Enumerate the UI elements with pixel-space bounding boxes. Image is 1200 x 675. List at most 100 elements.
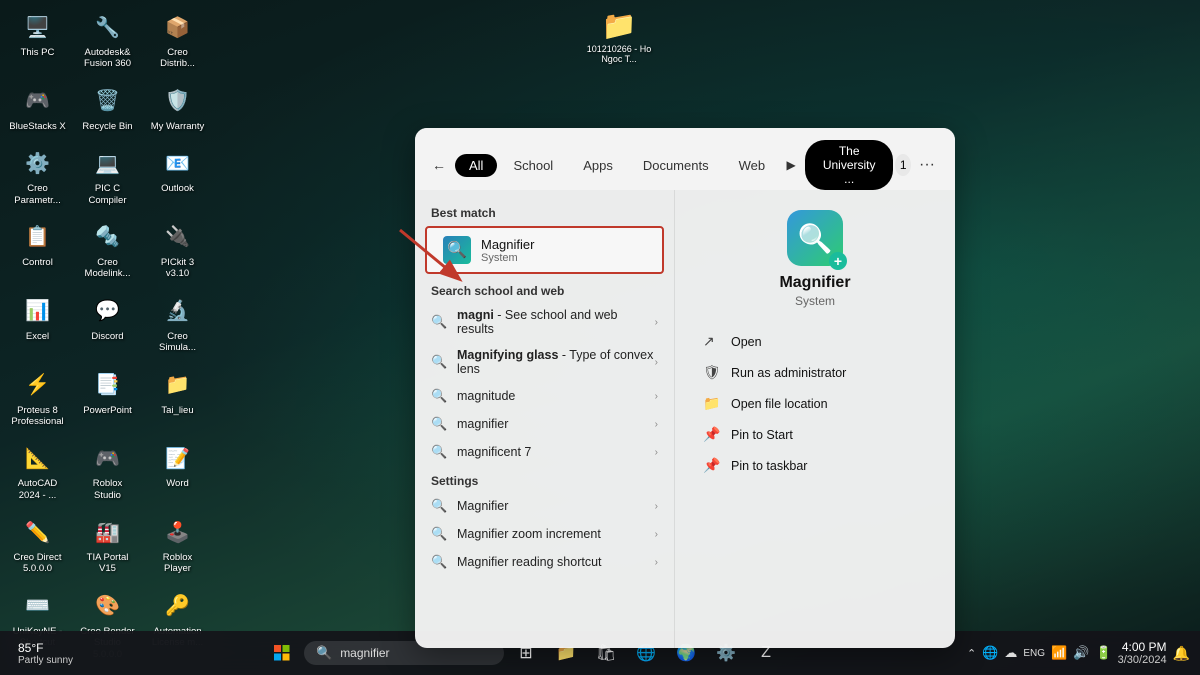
action-pin-start[interactable]: 📌 Pin to Start [691, 419, 939, 450]
desktop-icon-autodesk[interactable]: 🔧 Autodesk& Fusion 360 [75, 5, 140, 74]
search-result-text-1: magni - See school and web results [457, 308, 655, 336]
desktop-icon-autocad[interactable]: 📐 AutoCAD 2024 - ... [5, 436, 70, 505]
search-magnifier-icon-2: 🔍 [431, 354, 447, 370]
magnifier-info: Magnifier System [481, 237, 534, 264]
tab-apps[interactable]: Apps [569, 154, 627, 177]
chevron-icon-4: › [655, 419, 658, 430]
search-result-text-4: magnifier [457, 417, 655, 431]
clock-date: 3/30/2024 [1118, 654, 1167, 666]
right-app-name: Magnifier [779, 274, 850, 292]
chevron-icon-s1: › [655, 501, 658, 512]
action-open[interactable]: ↗ Open [691, 326, 939, 357]
results-area: Best match 🔍 Magnifier System Search sch… [415, 190, 955, 648]
chevron-icon-5: › [655, 447, 658, 458]
search-item-magnifier[interactable]: 🔍 magnifier › [415, 410, 674, 438]
settings-item-magnifier[interactable]: 🔍 Magnifier › [415, 492, 674, 520]
shield-icon: 🛡 [703, 364, 721, 381]
magnifier-name: Magnifier [481, 237, 534, 252]
desktop-icon-control[interactable]: 📋 Control [5, 215, 70, 284]
folder-open-icon: 📁 [703, 395, 721, 412]
desktop-icon-my-warranty[interactable]: 🛡️ My Warranty [145, 79, 210, 136]
desktop-icon-pic-c[interactable]: 💻 PIC C Compiler [75, 141, 140, 210]
notification-bell-icon[interactable]: 🔔 [1173, 645, 1190, 662]
desktop-icon-excel[interactable]: 📊 Excel [5, 289, 70, 358]
nav-badge-button[interactable]: 1 [895, 154, 911, 176]
desktop-icons-grid: 🖥️ This PC 🔧 Autodesk& Fusion 360 📦 Creo… [5, 5, 210, 675]
search-item-magnifying-glass[interactable]: 🔍 Magnifying glass - Type of convex lens… [415, 342, 674, 382]
taskbar-right: ⌃ 🌐 ☁ ENG 📶 🔊 🔋 4:00 PM 3/30/2024 🔔 [957, 640, 1200, 666]
search-magnifier-icon-3: 🔍 [431, 388, 447, 404]
desktop-icon-powerpoint[interactable]: 📑 PowerPoint [75, 363, 140, 432]
search-item-magni[interactable]: 🔍 magni - See school and web results › [415, 302, 674, 342]
chevron-icon-s3: › [655, 557, 658, 568]
settings-shortcut-icon: 🔍 [431, 554, 447, 570]
desktop-icon-discord[interactable]: 💬 Discord [75, 289, 140, 358]
tab-school[interactable]: School [499, 154, 567, 177]
desktop-icon-outlook[interactable]: 📧 Outlook [145, 141, 210, 210]
settings-item-zoom[interactable]: 🔍 Magnifier zoom increment › [415, 520, 674, 548]
action-pin-taskbar[interactable]: 📌 Pin to taskbar [691, 450, 939, 481]
language-indicator[interactable]: ENG [1023, 648, 1045, 659]
settings-text-3: Magnifier reading shortcut [457, 555, 655, 569]
desktop-icon-tia-portal[interactable]: 🏭 TIA Portal V15 [75, 510, 140, 579]
left-panel: Best match 🔍 Magnifier System Search sch… [415, 190, 675, 648]
weather-desc: Partly sunny [18, 655, 73, 666]
tab-all[interactable]: All [455, 154, 497, 177]
clock-time: 4:00 PM [1118, 640, 1167, 654]
desktop-icon-bluestacks[interactable]: 🎮 BlueStacks X [5, 79, 70, 136]
action-open-location[interactable]: 📁 Open file location [691, 388, 939, 419]
best-match-magnifier[interactable]: 🔍 Magnifier System [425, 226, 664, 274]
right-panel: + Magnifier System ↗ Open 🛡 Run as admin… [675, 190, 955, 648]
chevron-up-icon[interactable]: ⌃ [967, 647, 976, 660]
folder-icon: 📁 [602, 9, 637, 42]
desktop-icon-pickit3[interactable]: 🔌 PICkit 3 v3.10 [145, 215, 210, 284]
magnifier-small-icon: 🔍 [443, 236, 471, 264]
desktop-icon-recycle-bin[interactable]: 🗑️ Recycle Bin [75, 79, 140, 136]
clock[interactable]: 4:00 PM 3/30/2024 [1118, 640, 1167, 666]
search-item-magnitude[interactable]: 🔍 magnitude › [415, 382, 674, 410]
taskbar-left: 85°F Partly sunny [0, 641, 91, 666]
volume-icon[interactable]: 🔊 [1073, 645, 1089, 661]
desktop-icon-creo-param[interactable]: ⚙️ Creo Parametr... [5, 141, 70, 210]
wifi-icon[interactable]: 📶 [1051, 645, 1067, 661]
desktop-icon-proteus[interactable]: ⚡ Proteus 8 Professional [5, 363, 70, 432]
desktop: 🖥️ This PC 🔧 Autodesk& Fusion 360 📦 Creo… [0, 0, 1200, 675]
desktop-icon-roblox-studio[interactable]: 🎮 Roblox Studio [75, 436, 140, 505]
settings-text-1: Magnifier [457, 499, 655, 513]
action-location-label: Open file location [731, 397, 828, 411]
battery-icon[interactable]: 🔋 [1095, 645, 1111, 661]
action-pin-taskbar-label: Pin to taskbar [731, 459, 807, 473]
right-app-sub: System [795, 294, 835, 308]
desktop-icon-tai-lieu[interactable]: 📁 Tai_lieu [145, 363, 210, 432]
search-item-magnificent7[interactable]: 🔍 magnificent 7 › [415, 438, 674, 466]
search-panel: ← All School Apps Documents Web ▶ The Un… [415, 128, 955, 648]
tab-web[interactable]: Web [725, 154, 780, 177]
taskbar-search-text: magnifier [340, 646, 389, 660]
settings-text-2: Magnifier zoom increment [457, 527, 655, 541]
network-icon[interactable]: 🌐 [982, 645, 998, 661]
action-admin-label: Run as administrator [731, 366, 846, 380]
cloud-icon[interactable]: ☁ [1004, 645, 1017, 661]
nav-more-button[interactable]: ··· [913, 154, 941, 176]
desktop-icon-roblox-player[interactable]: 🕹️ Roblox Player [145, 510, 210, 579]
desktop-folder[interactable]: 📁 101210266 - Ho Ngoc T... [580, 5, 658, 68]
system-tray-icons: ⌃ 🌐 ☁ ENG 📶 🔊 🔋 [967, 645, 1112, 661]
desktop-icon-creo-distrib[interactable]: 📦 Creo Distrib... [145, 5, 210, 74]
desktop-icon-creo-direct[interactable]: ✏️ Creo Direct 5.0.0.0 [5, 510, 70, 579]
search-magnifier-icon-5: 🔍 [431, 444, 447, 460]
nav-play-button[interactable]: ▶ [781, 151, 801, 179]
action-run-admin[interactable]: 🛡 Run as administrator [691, 357, 939, 388]
settings-magnifier-icon: 🔍 [431, 498, 447, 514]
nav-tabs: ← All School Apps Documents Web ▶ The Un… [415, 128, 955, 190]
desktop-icon-word[interactable]: 📝 Word [145, 436, 210, 505]
nav-university-button[interactable]: The University ... [805, 140, 893, 190]
weather-temp: 85°F [18, 641, 73, 655]
desktop-icon-this-pc[interactable]: 🖥️ This PC [5, 5, 70, 74]
tab-documents[interactable]: Documents [629, 154, 723, 177]
desktop-icon-creo-simula[interactable]: 🔬 Creo Simula... [145, 289, 210, 358]
desktop-icon-creo-modeling[interactable]: 🔩 Creo Modelink... [75, 215, 140, 284]
start-button[interactable] [264, 635, 300, 671]
search-result-text-5: magnificent 7 [457, 445, 655, 459]
settings-item-shortcut[interactable]: 🔍 Magnifier reading shortcut › [415, 548, 674, 576]
nav-back-button[interactable]: ← [429, 151, 449, 179]
